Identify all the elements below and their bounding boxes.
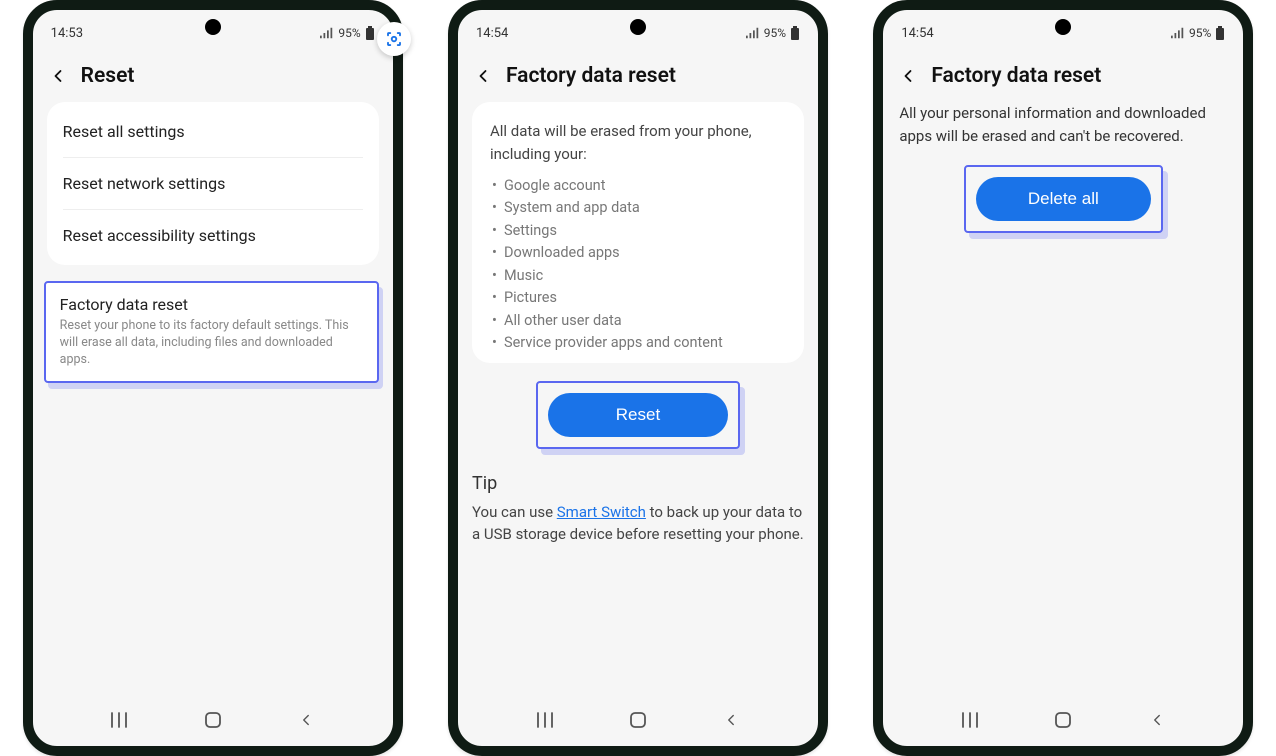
reset-network-settings-item[interactable]: Reset network settings — [63, 158, 363, 210]
status-time: 14:54 — [476, 26, 508, 41]
list-item: Google account — [504, 175, 790, 197]
signal-icon — [746, 27, 760, 39]
list-item: Music — [504, 265, 790, 287]
home-button[interactable] — [1043, 710, 1083, 730]
page-header: Factory data reset — [458, 50, 818, 102]
home-button[interactable] — [193, 710, 233, 730]
page-title: Reset — [81, 64, 135, 88]
battery-icon — [365, 26, 375, 40]
erase-intro-text: All data will be erased from your phone,… — [486, 114, 790, 175]
recents-button[interactable] — [99, 711, 139, 729]
navigation-bar — [883, 702, 1243, 738]
tip-heading: Tip — [472, 473, 804, 494]
erase-bullet-list: Google account System and app data Setti… — [486, 175, 790, 355]
battery-text: 95% — [338, 26, 360, 40]
camera-notch — [205, 19, 221, 35]
reset-options-card: Reset all settings Reset network setting… — [47, 102, 379, 265]
battery-text: 95% — [1189, 26, 1211, 40]
back-button[interactable] — [711, 711, 751, 729]
tip-text: You can use Smart Switch to back up your… — [472, 502, 804, 546]
list-item: System and app data — [504, 197, 790, 219]
status-time: 14:53 — [51, 26, 83, 41]
tip-text-pre: You can use — [472, 503, 557, 521]
smart-switch-link[interactable]: Smart Switch — [557, 503, 646, 521]
recents-button[interactable] — [950, 711, 990, 729]
reset-all-settings-item[interactable]: Reset all settings — [63, 106, 363, 158]
camera-notch — [630, 19, 646, 35]
camera-notch — [1055, 19, 1071, 35]
list-item: Downloaded apps — [504, 242, 790, 264]
back-icon[interactable] — [472, 66, 494, 86]
battery-text: 95% — [764, 26, 786, 40]
home-button[interactable] — [618, 710, 658, 730]
back-button[interactable] — [1137, 711, 1177, 729]
back-icon[interactable] — [897, 66, 919, 86]
navigation-bar — [458, 702, 818, 738]
status-time: 14:54 — [901, 26, 933, 41]
phone-mockup-2: 14:54 95% Factory data reset All data wi… — [448, 0, 828, 756]
factory-data-reset-item[interactable]: Factory data reset Reset your phone to i… — [44, 281, 379, 383]
page-title: Factory data reset — [506, 64, 676, 88]
list-item: Service provider apps and content — [504, 332, 790, 354]
delete-all-button-highlight: Delete all — [964, 165, 1163, 233]
reset-accessibility-settings-item[interactable]: Reset accessibility settings — [63, 210, 363, 261]
reset-button[interactable]: Reset — [548, 393, 728, 437]
signal-icon — [1171, 27, 1185, 39]
navigation-bar — [33, 702, 393, 738]
page-header: Reset — [33, 50, 393, 102]
page-header: Factory data reset — [883, 50, 1243, 102]
list-item: All other user data — [504, 310, 790, 332]
scan-badge-icon — [377, 22, 411, 56]
phone-mockup-3: 14:54 95% Factory data reset All your pe… — [873, 0, 1253, 756]
factory-reset-title: Factory data reset — [60, 295, 363, 314]
phone-mockup-1: 14:53 95% Reset Reset all settings Reset… — [23, 0, 403, 756]
back-icon[interactable] — [47, 66, 69, 86]
battery-icon — [1215, 26, 1225, 40]
reset-button-highlight: Reset — [536, 381, 740, 449]
signal-icon — [320, 27, 334, 39]
list-item: Pictures — [504, 287, 790, 309]
list-item: Settings — [504, 220, 790, 242]
factory-reset-subtitle: Reset your phone to its factory default … — [60, 318, 363, 369]
recents-button[interactable] — [525, 711, 565, 729]
back-button[interactable] — [286, 711, 326, 729]
battery-icon — [790, 26, 800, 40]
page-title: Factory data reset — [931, 64, 1101, 88]
erase-warning-text: All your personal information and downlo… — [897, 102, 1229, 165]
delete-all-button[interactable]: Delete all — [976, 177, 1151, 221]
